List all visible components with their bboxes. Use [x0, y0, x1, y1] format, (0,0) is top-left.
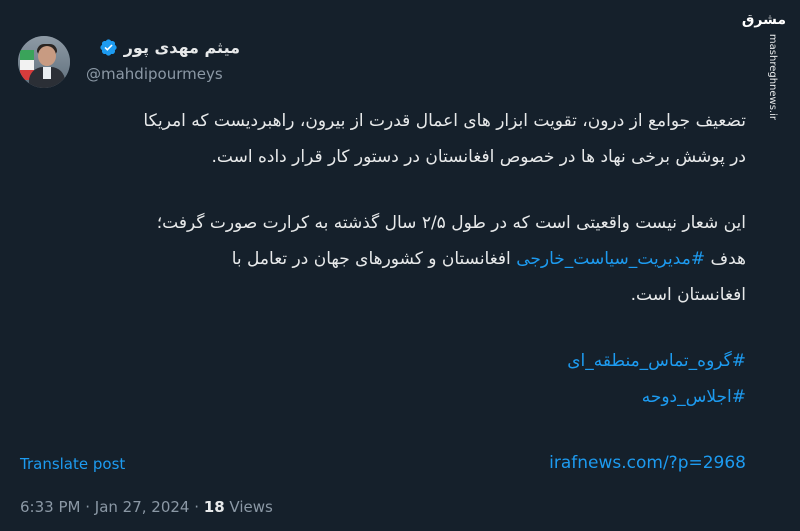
views-count: 18 [203, 498, 225, 516]
tweet-text: تضعیف جوامع از درون، تقویت ابزار های اعم… [26, 103, 746, 481]
url-link[interactable]: irafnews.com/?p=2968 [549, 453, 746, 473]
views-label: Views [224, 498, 273, 516]
hashtag-link[interactable]: #اجلاس_دوحه [642, 387, 746, 407]
watermark: مشرق mashreghnews.ir [742, 8, 788, 126]
watermark-logo: مشرق [741, 12, 786, 28]
meta-separator: · [80, 498, 95, 516]
translate-post-button[interactable]: Translate post [20, 455, 125, 473]
tweet-line: این شعار نیست واقعیتی است که در طول ۲/۵ … [156, 213, 746, 233]
post-date[interactable]: Jan 27, 2024 [95, 498, 190, 516]
tweet-line: افغانستان است. [630, 285, 746, 305]
tweet-line: در پوشش برخی نهاد ها در خصوص افغانستان د… [211, 147, 746, 167]
avatar[interactable] [18, 36, 70, 88]
author-name[interactable]: میثم مهدی پور [124, 38, 240, 57]
watermark-text: mashreghnews.ir [767, 33, 778, 120]
tweet-meta: 6:33 PM · Jan 27, 2024 · 18 Views [20, 498, 273, 516]
author-handle[interactable]: @mahdipourmeys [86, 65, 223, 83]
verified-badge-icon [100, 39, 117, 56]
meta-separator: · [189, 498, 204, 516]
post-time[interactable]: 6:33 PM [20, 498, 80, 516]
hashtag-link[interactable]: #گروه_تماس_منطقه_ای [567, 351, 746, 371]
tweet-line-with-hashtag: هدف #مدیریت_سیاست_خارجی افغانستان و کشور… [26, 241, 746, 277]
tweet-text-fragment: هدف [705, 249, 746, 269]
tweet-text-fragment: افغانستان و کشورهای جهان در تعامل با [231, 249, 517, 269]
hashtag-link[interactable]: #مدیریت_سیاست_خارجی [516, 249, 705, 269]
author-name-row[interactable]: میثم مهدی پور [99, 38, 240, 57]
tweet-line: تضعیف جوامع از درون، تقویت ابزار های اعم… [143, 111, 746, 131]
